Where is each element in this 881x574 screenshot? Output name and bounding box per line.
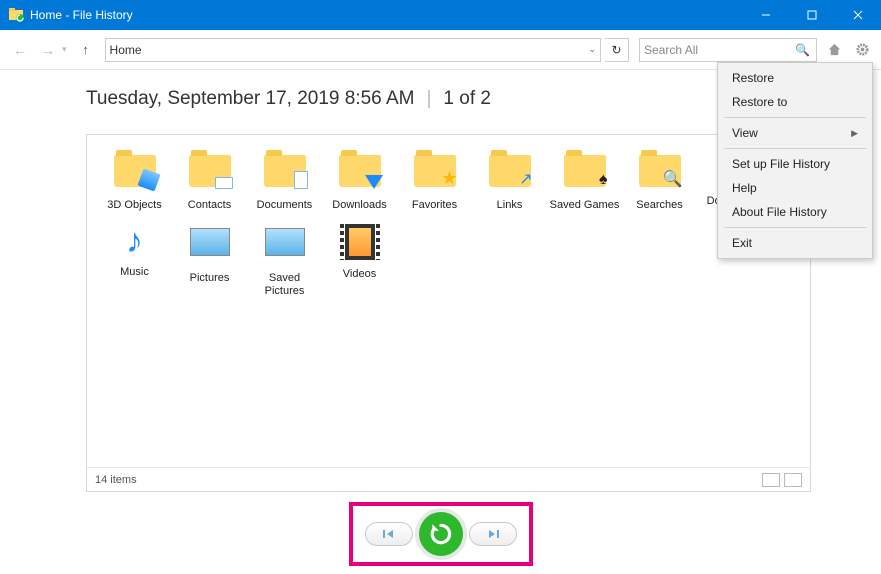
item-label: Documents: [247, 199, 322, 212]
item-icon: [261, 228, 309, 268]
next-version-button[interactable]: [469, 522, 517, 546]
item-icon: 🔍: [636, 155, 684, 195]
item-icon: [186, 155, 234, 195]
item-icon: [336, 155, 384, 195]
menu-view[interactable]: View▶: [718, 121, 872, 145]
folder-item[interactable]: 3D Objects: [97, 151, 172, 212]
item-icon: [186, 228, 234, 268]
view-details-button[interactable]: [762, 473, 780, 487]
item-label: Music: [97, 266, 172, 279]
item-count: 14 items: [95, 474, 137, 486]
folder-item[interactable]: ♠ Saved Games: [547, 151, 622, 212]
item-label: Saved Games: [547, 199, 622, 212]
close-button[interactable]: [835, 0, 881, 30]
item-icon: [111, 155, 159, 195]
highlight-annotation: [349, 502, 533, 566]
up-button[interactable]: ↑: [75, 39, 97, 61]
restore-button[interactable]: [419, 512, 463, 556]
item-icon: ♠: [561, 155, 609, 195]
items-grid: 3D ObjectsContactsDocumentsDownloads ★ Fav…: [87, 135, 810, 308]
settings-menu: Restore Restore to View▶ Set up File His…: [717, 62, 873, 259]
item-label: Contacts: [172, 199, 247, 212]
item-label: Pictures: [172, 272, 247, 285]
view-icons-button[interactable]: [784, 473, 802, 487]
item-icon: ♪: [111, 222, 159, 262]
chevron-down-icon[interactable]: ⌄: [588, 44, 596, 55]
home-icon[interactable]: [823, 39, 845, 61]
history-dropdown-icon[interactable]: ▾: [62, 44, 67, 55]
minimize-button[interactable]: [743, 0, 789, 30]
folder-item[interactable]: 🔍 Searches: [622, 151, 697, 212]
item-label: Favorites: [397, 199, 472, 212]
previous-version-button[interactable]: [365, 522, 413, 546]
title-bar: Home - File History: [0, 0, 881, 30]
folder-item[interactable]: Downloads: [322, 151, 397, 212]
search-placeholder: Search All: [644, 43, 698, 57]
chevron-right-icon: ▶: [851, 128, 858, 139]
folder-item[interactable]: Saved Pictures: [247, 222, 322, 298]
navigation-controls: [0, 502, 881, 566]
item-label: Saved Pictures: [247, 272, 322, 298]
address-bar[interactable]: Home ⌄: [105, 38, 601, 62]
gear-icon[interactable]: [851, 39, 873, 61]
folder-item[interactable]: Videos: [322, 222, 397, 298]
search-icon: 🔍: [795, 43, 810, 57]
app-icon: [8, 7, 24, 23]
menu-divider: [724, 117, 866, 118]
status-bar: 14 items: [87, 467, 810, 491]
version-page: 1 of 2: [443, 88, 491, 110]
menu-about[interactable]: About File History: [718, 200, 872, 224]
forward-button[interactable]: →: [36, 38, 60, 62]
folder-item[interactable]: ♪ Music: [97, 222, 172, 298]
folder-item[interactable]: ★ Favorites: [397, 151, 472, 212]
item-label: Searches: [622, 199, 697, 212]
menu-divider: [724, 227, 866, 228]
search-input[interactable]: Search All 🔍: [639, 38, 817, 62]
version-date: Tuesday, September 17, 2019 8:56 AM: [86, 88, 414, 110]
menu-divider: [724, 148, 866, 149]
address-text: Home: [110, 43, 142, 57]
item-icon: ★: [411, 155, 459, 195]
item-label: Downloads: [322, 199, 397, 212]
menu-setup[interactable]: Set up File History: [718, 152, 872, 176]
item-icon: [261, 155, 309, 195]
back-button[interactable]: ←: [8, 38, 32, 62]
menu-restore[interactable]: Restore: [718, 66, 872, 90]
menu-help[interactable]: Help: [718, 176, 872, 200]
menu-exit[interactable]: Exit: [718, 231, 872, 255]
folder-item[interactable]: Documents: [247, 151, 322, 212]
refresh-button[interactable]: ↻: [605, 38, 629, 62]
maximize-button[interactable]: [789, 0, 835, 30]
folder-item[interactable]: Contacts: [172, 151, 247, 212]
menu-restore-to[interactable]: Restore to: [718, 90, 872, 114]
folder-item[interactable]: ↗ Links: [472, 151, 547, 212]
folder-item[interactable]: Pictures: [172, 222, 247, 298]
separator: |: [426, 88, 431, 110]
item-label: Links: [472, 199, 547, 212]
window-title: Home - File History: [30, 8, 743, 22]
item-label: Videos: [322, 268, 397, 281]
item-label: 3D Objects: [97, 199, 172, 212]
content-pane: 3D ObjectsContactsDocumentsDownloads ★ Fav…: [86, 134, 811, 492]
item-icon: [336, 224, 384, 264]
item-icon: ↗: [486, 155, 534, 195]
